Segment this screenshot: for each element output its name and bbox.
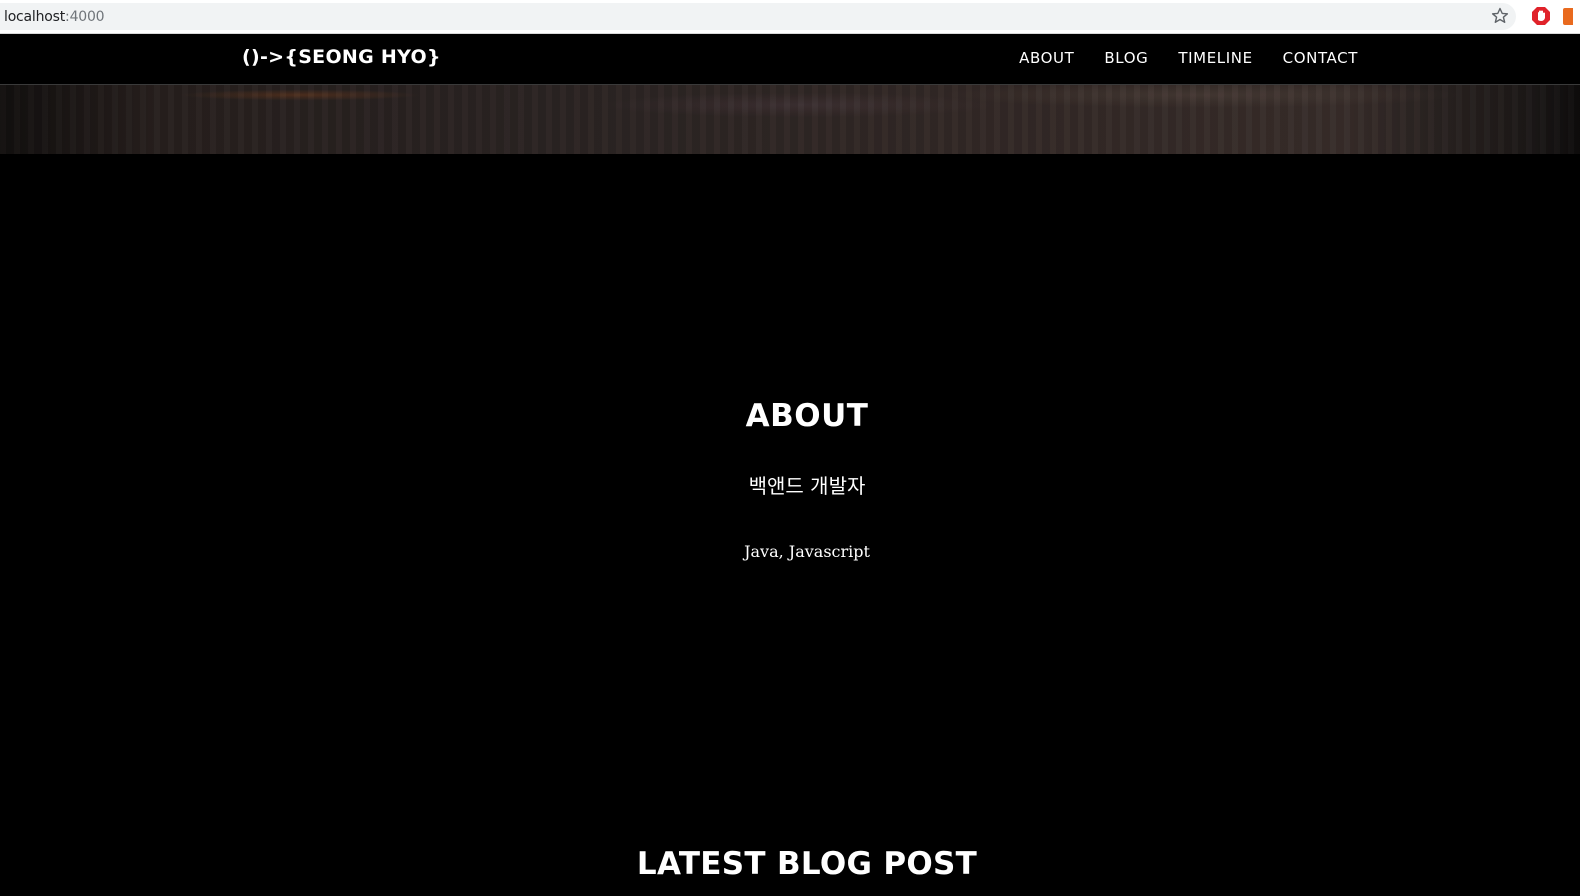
latest-blog-heading: LATEST BLOG POST	[636, 846, 978, 882]
nav-link-timeline[interactable]: TIMELINE	[1178, 49, 1252, 67]
adblock-extension-icon[interactable]	[1531, 6, 1551, 26]
about-heading: ABOUT	[745, 398, 869, 434]
about-subtitle: 백앤드 개발자	[748, 474, 866, 498]
site-navbar: ()->{SEONG HYO} ABOUT BLOG TIMELINE CONT…	[0, 34, 1580, 85]
nav-link-blog[interactable]: BLOG	[1104, 49, 1148, 67]
bookmark-star-icon[interactable]	[1490, 6, 1510, 26]
nav-link-contact[interactable]: CONTACT	[1283, 49, 1358, 67]
about-skills: Java, Javascript	[744, 542, 870, 561]
url-host: localhost	[4, 8, 66, 25]
browser-toolbar: localhost:4000	[0, 0, 1580, 34]
url-port: :4000	[65, 8, 105, 25]
nav-links: ABOUT BLOG TIMELINE CONTACT	[1019, 49, 1358, 67]
extension-icon[interactable]	[1563, 8, 1573, 25]
nav-link-about[interactable]: ABOUT	[1019, 49, 1074, 67]
hero-background-image	[0, 85, 1580, 154]
site-brand-logo[interactable]: ()->{SEONG HYO}	[242, 46, 441, 68]
address-bar[interactable]: localhost:4000	[0, 3, 1516, 30]
